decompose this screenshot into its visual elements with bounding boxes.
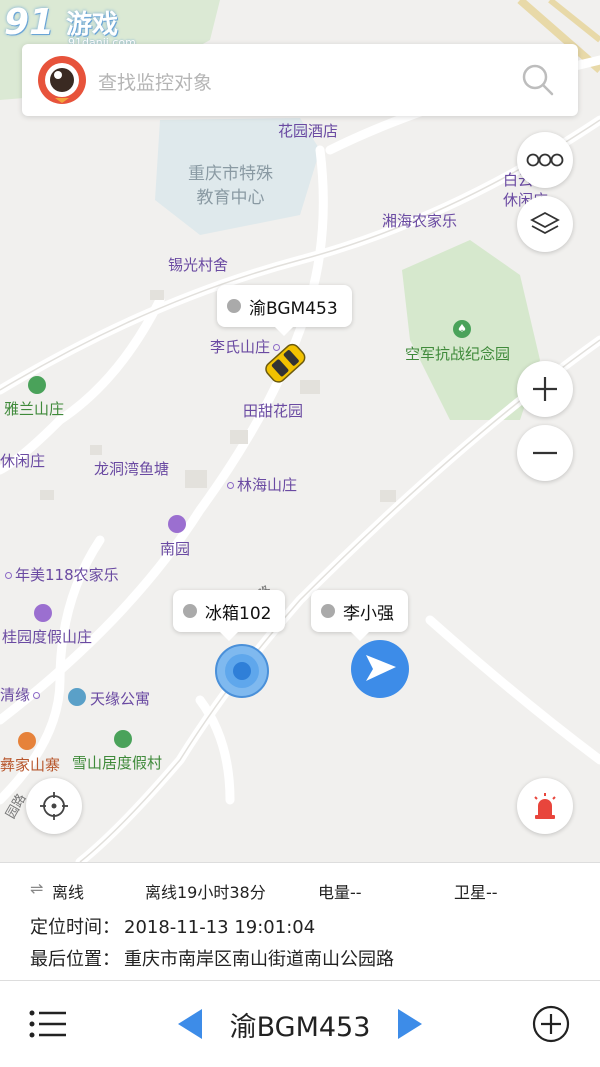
watermark-brand: 91 — [4, 2, 55, 43]
satellite-status: 卫星-- — [454, 883, 498, 902]
marker-label: 冰箱102 — [205, 603, 272, 624]
status-dot — [227, 299, 241, 313]
minus-icon — [533, 451, 557, 455]
poi-xiguang[interactable]: 锡光村舍 — [168, 254, 228, 275]
layers-button[interactable] — [517, 196, 573, 252]
poi-linhai-label: 林海山庄 — [237, 476, 298, 494]
poi-tiantian[interactable]: 田甜花园 — [243, 400, 303, 421]
last-position-label: 最后位置： — [30, 949, 120, 970]
marker-bubble-car[interactable]: 渝BGM453 — [217, 285, 352, 336]
poi-yijia[interactable]: 彝家山寨 — [0, 754, 60, 775]
device-status-row: ⇌ 离线 离线19小时38分 电量-- 卫星-- — [0, 879, 600, 902]
current-vehicle-plate: 渝BGM453 — [229, 1012, 371, 1043]
status-dot — [321, 604, 335, 618]
hotel-icon — [34, 604, 52, 622]
poi-yalan[interactable]: 雅兰山庄 — [4, 398, 64, 419]
restaurant-icon — [18, 732, 36, 750]
location-time-row: 定位时间： 2018-11-13 19:01:04 — [30, 913, 315, 939]
poi-school[interactable]: 重庆市特殊 教育中心 — [188, 162, 273, 210]
bottom-bar: 渝BGM453 — [0, 980, 600, 1067]
apartment-icon — [68, 688, 86, 706]
park-icon — [28, 376, 46, 394]
search-icon[interactable] — [520, 62, 556, 98]
traffic-button[interactable] — [517, 132, 573, 188]
memorial-icon: ♠ — [453, 320, 471, 338]
poi-memorial[interactable]: 空军抗战纪念园 — [405, 343, 510, 364]
offline-duration: 离线19小时38分 — [145, 883, 266, 902]
alarm-button[interactable] — [517, 778, 573, 834]
search-input[interactable]: 查找监控对象 — [98, 68, 212, 95]
layers-icon — [530, 211, 560, 235]
poi-dot-icon — [33, 692, 41, 699]
poi-xianzhuang[interactable]: 休闲庄 — [0, 450, 45, 471]
map-view[interactable]: 91 游戏 91danji.com 花园酒店 重庆市特殊 教育中心 锡光村舍 湘… — [0, 0, 600, 862]
resort-icon — [114, 730, 132, 748]
plus-icon — [533, 377, 557, 401]
location-pulse-icon[interactable] — [214, 643, 270, 699]
locate-button[interactable] — [26, 778, 82, 834]
poi-dot-icon — [5, 572, 12, 579]
marker-label: 李小强 — [343, 603, 394, 624]
poi-xiguang-label: 锡光村舍 — [168, 256, 229, 274]
poi-nianmei-label: 年美118农家乐 — [15, 566, 119, 584]
poi-hotel[interactable]: 花园酒店 — [278, 120, 338, 141]
last-position-value: 重庆市南岸区南山街道南山公园路 — [124, 949, 394, 970]
list-menu-icon[interactable] — [28, 1008, 68, 1040]
search-bar[interactable]: 查找监控对象 — [22, 44, 578, 116]
poi-xianghai[interactable]: 湘海农家乐 — [382, 210, 457, 231]
traffic-icon — [526, 153, 564, 167]
hotel-icon — [168, 515, 186, 533]
marker-bubble-fridge[interactable]: 冰箱102 — [173, 590, 286, 641]
poi-xueshan[interactable]: 雪山居度假村 — [72, 752, 162, 773]
poi-nianmei[interactable]: 年美118农家乐 — [2, 564, 119, 585]
zoom-out-button[interactable] — [517, 425, 573, 481]
direction-arrow-icon[interactable] — [350, 639, 410, 699]
next-arrow-icon[interactable] — [396, 1007, 424, 1041]
zoom-in-button[interactable] — [517, 361, 573, 417]
poi-longdong[interactable]: 龙洞湾鱼塘 — [94, 458, 169, 479]
poi-qingxiu-label: 清缘 — [0, 686, 31, 704]
status-text: 离线 — [52, 883, 85, 902]
poi-guiyuan[interactable]: 桂园度假山庄 — [2, 626, 92, 647]
last-position-row: 最后位置： 重庆市南岸区南山街道南山公园路 — [30, 945, 394, 971]
battery-status: 电量-- — [318, 883, 362, 902]
poi-qingxiu[interactable]: 清缘 — [0, 684, 43, 705]
marker-label: 渝BGM453 — [249, 298, 338, 319]
poi-nanyuan[interactable]: 南园 — [160, 538, 190, 559]
device-info-panel: ⇌ 离线 离线19小时38分 电量-- 卫星-- 定位时间： 2018-11-13… — [0, 862, 600, 980]
location-time-value: 2018-11-13 19:01:04 — [124, 917, 316, 938]
poi-linhai[interactable]: 林海山庄 — [224, 474, 297, 495]
car-icon[interactable] — [258, 336, 314, 392]
status-dot — [183, 604, 197, 618]
app-logo-icon[interactable] — [37, 55, 87, 105]
add-icon[interactable] — [532, 1005, 570, 1043]
alarm-icon — [534, 793, 556, 819]
poi-tianyuan[interactable]: 天缘公寓 — [90, 688, 150, 709]
crosshair-icon — [40, 792, 68, 820]
swap-icon: ⇌ — [30, 879, 44, 898]
marker-bubble-person[interactable]: 李小强 — [311, 590, 408, 641]
location-time-label: 定位时间： — [30, 917, 120, 938]
poi-dot-icon — [227, 482, 234, 489]
